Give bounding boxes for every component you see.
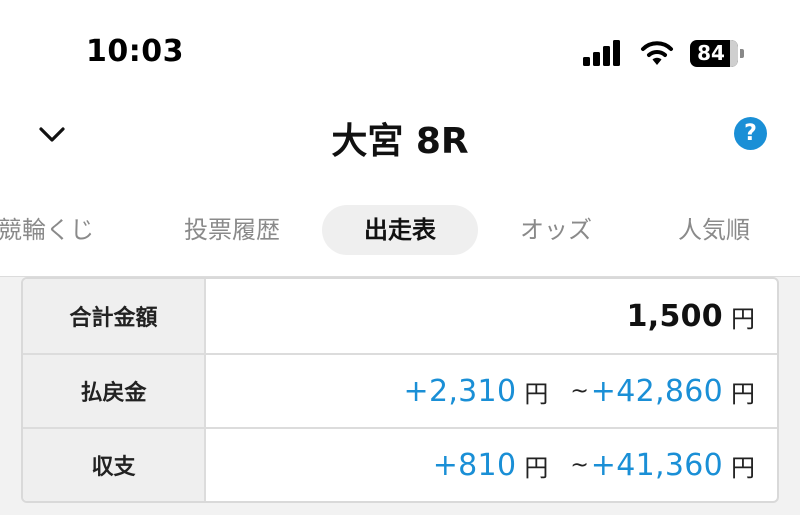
total-label: 合計金額: [23, 279, 206, 353]
content-area: 合計金額 1,500 円 払戻金 +2,310 円 ~ +42,860 円 収支…: [0, 276, 800, 515]
yen-unit: 円: [524, 379, 549, 408]
yen-unit: 円: [731, 453, 755, 482]
range-separator: ~: [570, 452, 589, 478]
wifi-icon: [640, 40, 674, 66]
battery-icon: 84: [690, 40, 744, 67]
status-time: 10:03: [86, 34, 184, 69]
yen-unit: 円: [524, 453, 549, 482]
tab-odds[interactable]: オッズ: [508, 205, 604, 255]
header: 大宮 8R ?: [0, 100, 800, 175]
tab-race-card[interactable]: 出走表: [322, 205, 478, 255]
total-amount: 1,500: [626, 298, 723, 334]
table-row-payout: 払戻金 +2,310 円 ~ +42,860 円: [23, 353, 777, 427]
payout-max: +42,860: [590, 373, 723, 409]
tab-bar: 競輪くじ 投票履歴 出走表 オッズ 人気順: [0, 205, 800, 261]
table-row-total: 合計金額 1,500 円: [23, 279, 777, 353]
tab-keirin-kuji[interactable]: 競輪くじ: [0, 205, 102, 255]
balance-value-cell: +810 円 ~ +41,360 円: [206, 429, 777, 501]
total-value-cell: 1,500 円: [206, 279, 777, 353]
payout-min: +2,310: [403, 373, 517, 409]
balance-max: +41,360: [590, 447, 723, 483]
yen-unit: 円: [731, 379, 755, 408]
tab-popularity[interactable]: 人気順: [664, 205, 764, 255]
payout-value-cell: +2,310 円 ~ +42,860 円: [206, 355, 777, 427]
balance-label: 収支: [23, 429, 206, 501]
range-separator: ~: [570, 378, 589, 404]
page-title: 大宮 8R: [331, 121, 469, 162]
payout-label: 払戻金: [23, 355, 206, 427]
balance-min: +810: [432, 447, 517, 483]
yen-unit: 円: [731, 304, 755, 333]
summary-table: 合計金額 1,500 円 払戻金 +2,310 円 ~ +42,860 円 収支…: [21, 277, 779, 503]
status-bar: 10:03 84: [0, 0, 800, 100]
table-row-balance: 収支 +810 円 ~ +41,360 円: [23, 427, 777, 501]
signal-icon: [583, 40, 627, 66]
tab-vote-history[interactable]: 投票履歴: [172, 205, 292, 255]
battery-level: 84: [697, 41, 725, 65]
help-icon[interactable]: ?: [734, 117, 767, 150]
